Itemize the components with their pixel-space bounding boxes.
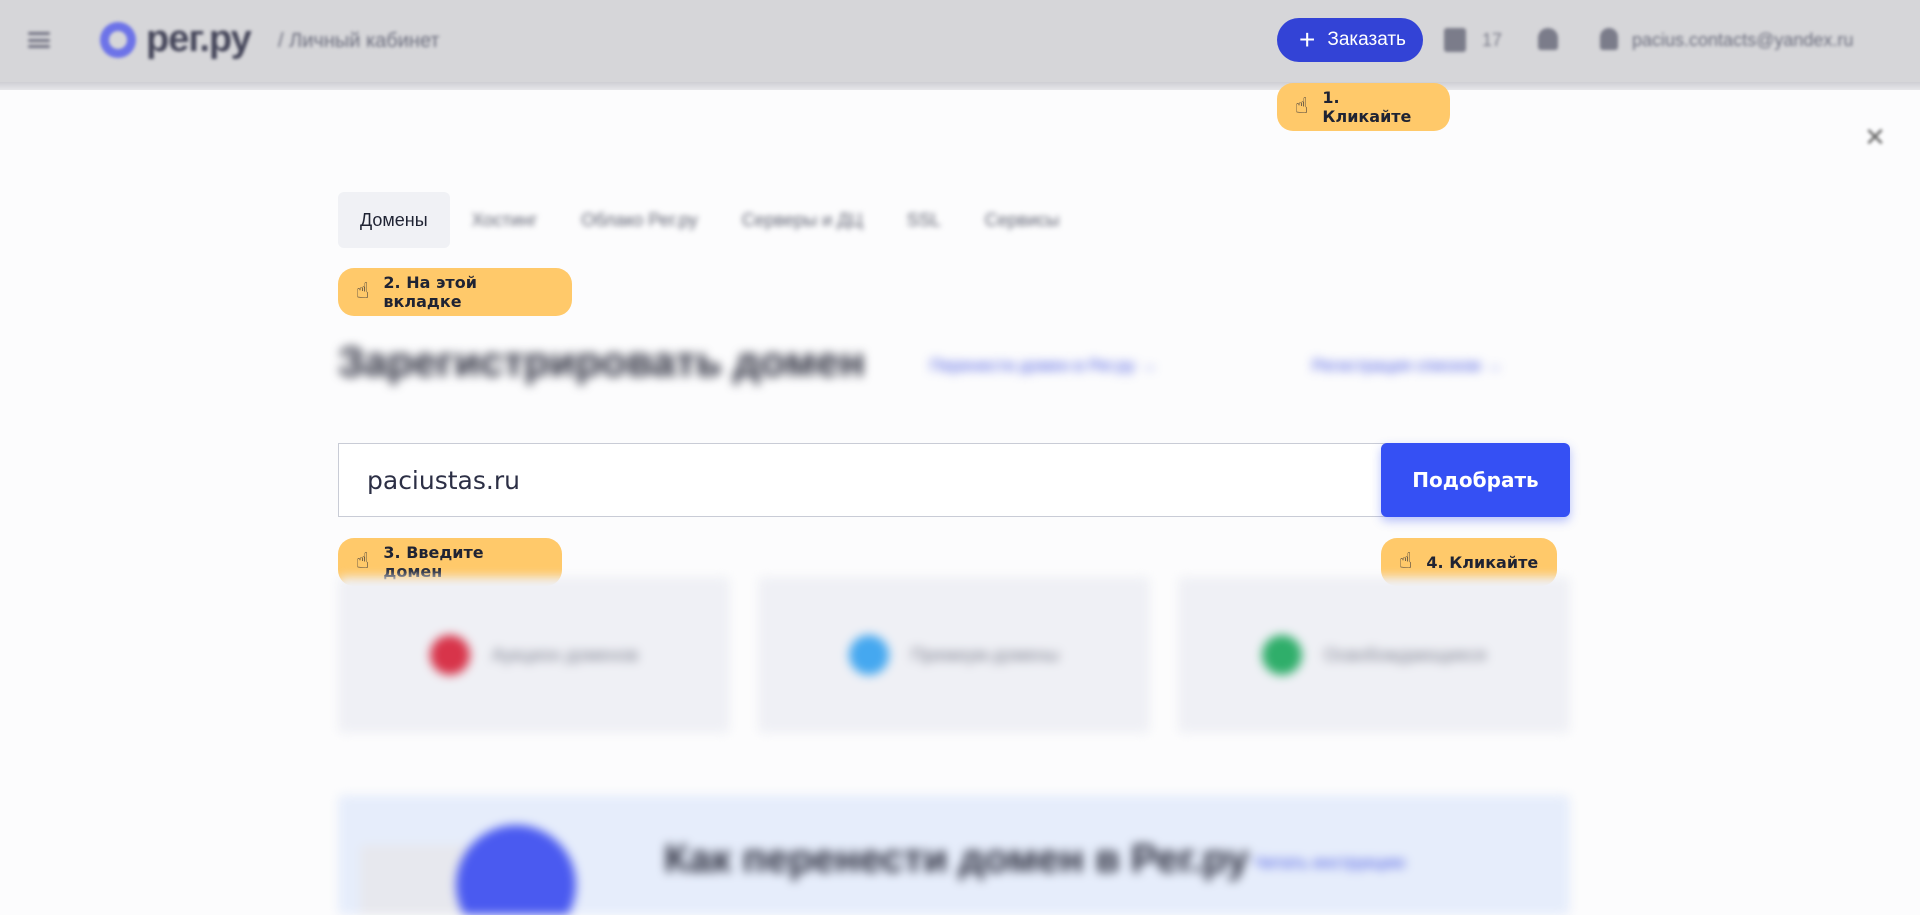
card-premium[interactable]: Премиум-домены	[758, 577, 1150, 733]
tab-ssl[interactable]: SSL	[885, 192, 963, 248]
pick-domain-button[interactable]: Подобрать	[1381, 443, 1570, 517]
tab-services[interactable]: Сервисы	[963, 192, 1082, 248]
tab-cloud[interactable]: Облако Рег.ру	[559, 192, 720, 248]
domain-search: Подобрать	[338, 443, 1570, 517]
banner-title: Как перенести домен в Рег.ру	[664, 837, 1249, 881]
transfer-banner: Как перенести домен в Рег.ру Читать инст…	[338, 795, 1570, 915]
order-button-label: Заказать	[1327, 29, 1406, 50]
domain-services: Аукцион доменов Премиум-домены Освобожда…	[338, 577, 1570, 733]
product-tabs: Домены Хостинг Облако Рег.ру Серверы и Д…	[338, 192, 1081, 248]
user-icon[interactable]	[1600, 28, 1618, 50]
tooltip-step-2-text: 2. На этой вкладке	[383, 273, 477, 311]
bell-icon[interactable]	[1538, 28, 1558, 50]
close-icon[interactable]: ✕	[1862, 124, 1888, 150]
card-label: Освобождающиеся	[1323, 644, 1487, 665]
card-label: Аукцион доменов	[491, 644, 639, 665]
tooltip-step-1-text: 1. Кликайте	[1322, 88, 1412, 126]
domain-free-icon	[1261, 635, 1302, 675]
tab-label: Облако Рег.ру	[581, 209, 698, 230]
tab-label: Серверы и ДЦ	[741, 209, 863, 230]
banner-link[interactable]: Читать инструкцию	[1254, 853, 1405, 873]
cart-icon[interactable]	[1444, 28, 1466, 52]
plus-icon: +	[1299, 24, 1316, 55]
auction-icon	[429, 635, 470, 675]
tab-label: Домены	[360, 209, 428, 230]
tab-domains[interactable]: Домены	[338, 192, 450, 248]
diamond-icon	[848, 635, 889, 675]
breadcrumb[interactable]: / Личный кабинет	[278, 30, 440, 53]
tab-label: SSL	[906, 209, 941, 230]
banner-illustration	[456, 825, 576, 915]
top-bar: рег.ру / Личный кабинет 17 pacius.contac…	[0, 0, 1920, 90]
user-email[interactable]: pacius.contacts@yandex.ru	[1632, 30, 1853, 51]
card-expiring[interactable]: Освобождающиеся	[1178, 577, 1570, 733]
tooltip-step-4-text: 4. Кликайте	[1426, 552, 1539, 572]
tab-label: Хостинг	[471, 209, 538, 230]
tab-hosting[interactable]: Хостинг	[450, 192, 560, 248]
logo-icon	[100, 22, 136, 58]
tooltip-step-3-text: 3. Введите домен	[383, 543, 484, 581]
pointing-hand-icon: ☝	[356, 279, 370, 304]
header-shadow	[0, 82, 1920, 90]
menu-icon[interactable]	[28, 32, 50, 48]
card-label: Премиум-домены	[910, 644, 1060, 665]
bulk-registration-link[interactable]: Регистрация списком →	[1312, 356, 1502, 376]
tooltip-step-1: ☝ 1. Кликайте	[1277, 83, 1450, 131]
transfer-domain-link[interactable]: Перенести домен в Рег.ру →	[930, 356, 1157, 376]
tooltip-step-2: ☝ 2. На этой вкладке	[338, 268, 572, 316]
tab-label: Сервисы	[984, 209, 1060, 230]
cart-count: 17	[1482, 30, 1503, 50]
page-title: Зарегистрировать домен	[338, 338, 865, 385]
domain-search-input[interactable]	[338, 443, 1393, 517]
pointing-hand-icon: ☝	[1399, 549, 1413, 574]
pointing-hand-icon: ☝	[356, 549, 370, 574]
card-auction[interactable]: Аукцион доменов	[338, 577, 730, 733]
tab-servers[interactable]: Серверы и ДЦ	[720, 192, 885, 248]
pointing-hand-icon: ☝	[1295, 94, 1309, 119]
order-button[interactable]: + Заказать	[1277, 18, 1423, 62]
logo-text[interactable]: рег.ру	[146, 18, 252, 61]
